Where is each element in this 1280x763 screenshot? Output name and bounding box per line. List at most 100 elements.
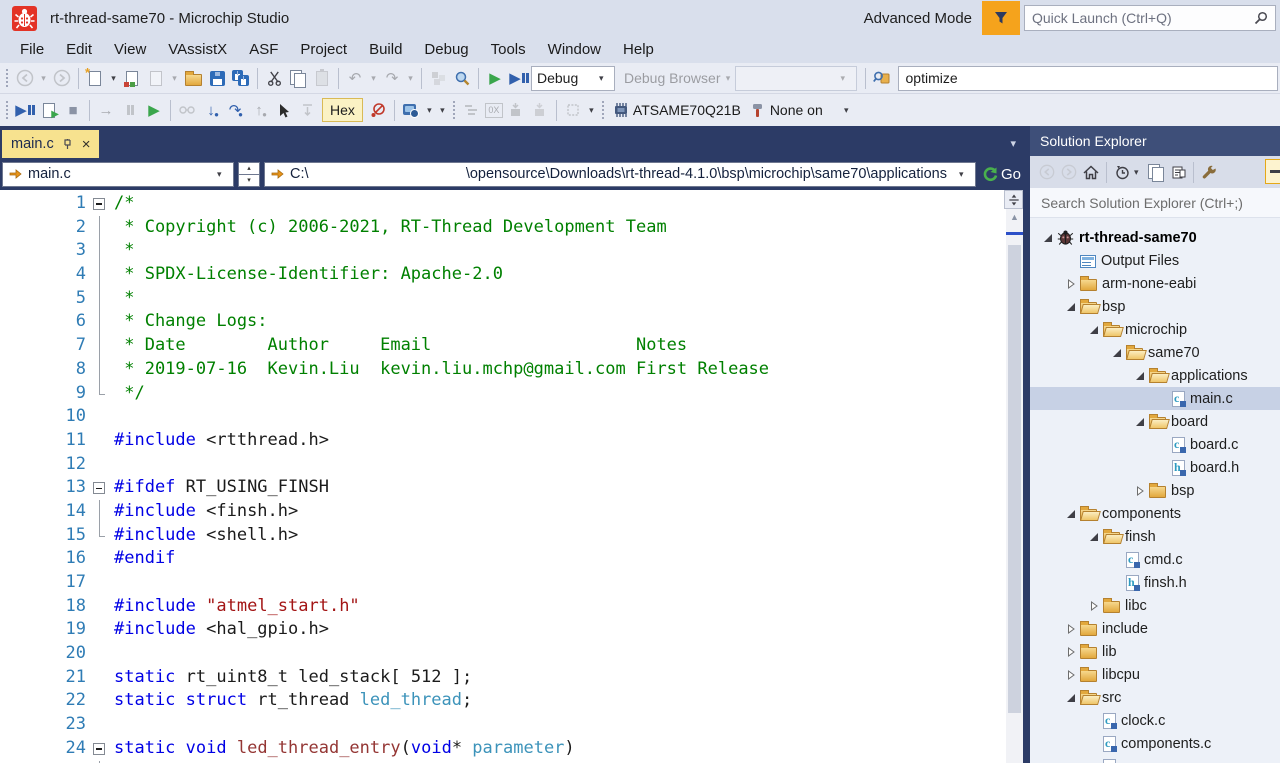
close-icon[interactable]: × — [82, 137, 91, 152]
tree-item-rt-thread-same70[interactable]: rt-thread-same70 — [1030, 226, 1280, 249]
watch-button[interactable] — [176, 98, 198, 122]
expander-closed-icon[interactable] — [1061, 647, 1080, 657]
new-project-button[interactable] — [145, 66, 167, 90]
tree-item-main-c[interactable]: cmain.c — [1030, 387, 1280, 410]
toolbar-grip[interactable] — [5, 100, 10, 120]
code-line-11[interactable]: 11#include <rtthread.h> — [0, 429, 1006, 453]
tree-item-bsp[interactable]: bsp — [1030, 479, 1280, 502]
code-line-1[interactable]: 1/* — [0, 192, 1006, 216]
properties-wrench-icon[interactable] — [1198, 161, 1220, 183]
code-line-8[interactable]: 8 * 2019-07-16 Kevin.Liu kevin.liu.mchp@… — [0, 358, 1006, 382]
menu-item-build[interactable]: Build — [358, 38, 413, 61]
line-number[interactable]: 17 — [0, 571, 86, 595]
toolbar-overflow-button[interactable]: ▾ — [841, 98, 852, 122]
show-next-statement-button[interactable]: → — [95, 98, 117, 122]
code-text[interactable]: * 2019-07-16 Kevin.Liu kevin.liu.mchp@gm… — [114, 358, 769, 382]
code-line-4[interactable]: 4 * SPDX-License-Identifier: Apache-2.0 — [0, 263, 1006, 287]
code-text[interactable]: * Copyright (c) 2006-2021, RT-Thread Dev… — [114, 216, 667, 240]
line-number[interactable]: 3 — [0, 239, 86, 263]
tree-item-components-c[interactable]: ccomponents.c — [1030, 732, 1280, 755]
code-line-3[interactable]: 3 * — [0, 239, 1006, 263]
expander-open-icon[interactable] — [1130, 417, 1149, 427]
code-line-16[interactable]: 16#endif — [0, 547, 1006, 571]
io-view-button[interactable] — [400, 98, 422, 122]
line-number[interactable]: 24 — [0, 737, 86, 761]
tree-item-lib[interactable]: lib — [1030, 640, 1280, 663]
expander-open-icon[interactable] — [1107, 348, 1126, 358]
va-find-button[interactable] — [871, 66, 893, 90]
editor-vertical-scrollbar[interactable]: ▲ — [1006, 190, 1023, 763]
menu-item-vassistx[interactable]: VAssistX — [157, 38, 238, 61]
file-path-combobox[interactable]: C:\ \opensource\Downloads\rt-thread-4.1.… — [264, 162, 976, 187]
menu-item-help[interactable]: Help — [612, 38, 665, 61]
menu-item-view[interactable]: View — [103, 38, 157, 61]
scope-combobox[interactable]: main.c ▾ — [2, 162, 234, 187]
line-number[interactable]: 8 — [0, 358, 86, 382]
fold-margin[interactable] — [86, 476, 114, 500]
open-file-button[interactable] — [182, 66, 204, 90]
menu-item-asf[interactable]: ASF — [238, 38, 289, 61]
line-number[interactable]: 7 — [0, 334, 86, 358]
scroll-up-button[interactable]: ▲ — [1006, 212, 1023, 222]
sync-with-active-document-button[interactable] — [1145, 161, 1167, 183]
debug-browser-label[interactable]: Debug Browser — [624, 66, 721, 90]
run-file-button[interactable]: ▶ — [38, 98, 60, 122]
tree-item-partial[interactable]: c — [1030, 755, 1280, 763]
pending-changes-filter-button[interactable] — [1111, 161, 1133, 183]
spinner-up-button[interactable]: ▴ — [238, 162, 260, 175]
undo-button[interactable]: ↶ — [344, 66, 366, 90]
code-line-22[interactable]: 22static struct rt_thread led_thread; — [0, 689, 1006, 713]
io-view-dropdown[interactable]: ▾ — [424, 98, 435, 122]
tree-item-microchip[interactable]: microchip — [1030, 318, 1280, 341]
debug-tool-status-label[interactable]: None on — [770, 102, 823, 118]
start-debugging-button[interactable]: ▶ — [508, 66, 530, 90]
line-number[interactable]: 19 — [0, 618, 86, 642]
solution-explorer-search-input[interactable] — [1030, 188, 1280, 217]
code-line-5[interactable]: 5 * — [0, 287, 1006, 311]
copy-button[interactable] — [287, 66, 309, 90]
code-line-13[interactable]: 13#ifdef RT_USING_FINSH — [0, 476, 1006, 500]
solution-explorer-search[interactable] — [1030, 188, 1280, 218]
step-into-button[interactable]: ↓● — [200, 98, 222, 122]
debug-browser-dropdown[interactable]: ▾ — [723, 66, 734, 90]
go-button[interactable]: Go — [982, 166, 1021, 183]
expander-open-icon[interactable] — [1130, 371, 1149, 381]
fold-margin[interactable] — [86, 737, 114, 761]
code-text[interactable]: /* — [114, 192, 134, 216]
new-file-dropdown[interactable]: ▾ — [108, 66, 119, 90]
save-button[interactable] — [206, 66, 228, 90]
navigate-backward-button[interactable] — [14, 66, 36, 90]
code-line-10[interactable]: 10 — [0, 405, 1006, 429]
scrollbar-thumb[interactable] — [1008, 245, 1021, 713]
tree-item-bsp[interactable]: bsp — [1030, 295, 1280, 318]
refresh-view-button[interactable] — [1167, 161, 1189, 183]
redo-dropdown[interactable]: ▾ — [405, 66, 416, 90]
code-line-7[interactable]: 7 * Date Author Email Notes — [0, 334, 1006, 358]
menu-item-file[interactable]: File — [9, 38, 55, 61]
code-text[interactable]: #include "atmel_start.h" — [114, 595, 360, 619]
expander-open-icon[interactable] — [1084, 532, 1103, 542]
pause-button[interactable] — [119, 98, 141, 122]
code-line-9[interactable]: 9 */ — [0, 382, 1006, 406]
code-text[interactable]: * SPDX-License-Identifier: Apache-2.0 — [114, 263, 503, 287]
toolbar-overflow-button[interactable]: ▾ — [437, 98, 448, 122]
cursor-arrow-button[interactable] — [272, 98, 294, 122]
home-icon[interactable] — [1080, 161, 1102, 183]
code-text[interactable]: * Date Author Email Notes — [114, 334, 687, 358]
solution-explorer-header[interactable]: Solution Explorer — [1030, 126, 1280, 156]
menu-item-debug[interactable]: Debug — [413, 38, 479, 61]
code-line-15[interactable]: 15#include <shell.h> — [0, 524, 1006, 548]
tree-item-finsh-h[interactable]: hfinsh.h — [1030, 571, 1280, 594]
cut-button[interactable] — [263, 66, 285, 90]
se-toolbar-overflow-button[interactable] — [1265, 159, 1280, 184]
tree-item-cmd-c[interactable]: ccmd.c — [1030, 548, 1280, 571]
code-text[interactable]: static void led_thread_entry(void* param… — [114, 737, 575, 761]
code-text[interactable]: #endif — [114, 547, 175, 571]
line-number[interactable]: 9 — [0, 382, 86, 406]
expander-open-icon[interactable] — [1061, 693, 1080, 703]
code-line-14[interactable]: 14#include <finsh.h> — [0, 500, 1006, 524]
code-text[interactable]: #include <finsh.h> — [114, 500, 298, 524]
line-number[interactable]: 2 — [0, 216, 86, 240]
code-text[interactable]: static struct rt_thread led_thread; — [114, 689, 472, 713]
code-editor[interactable]: 1/*2 * Copyright (c) 2006-2021, RT-Threa… — [0, 190, 1023, 763]
